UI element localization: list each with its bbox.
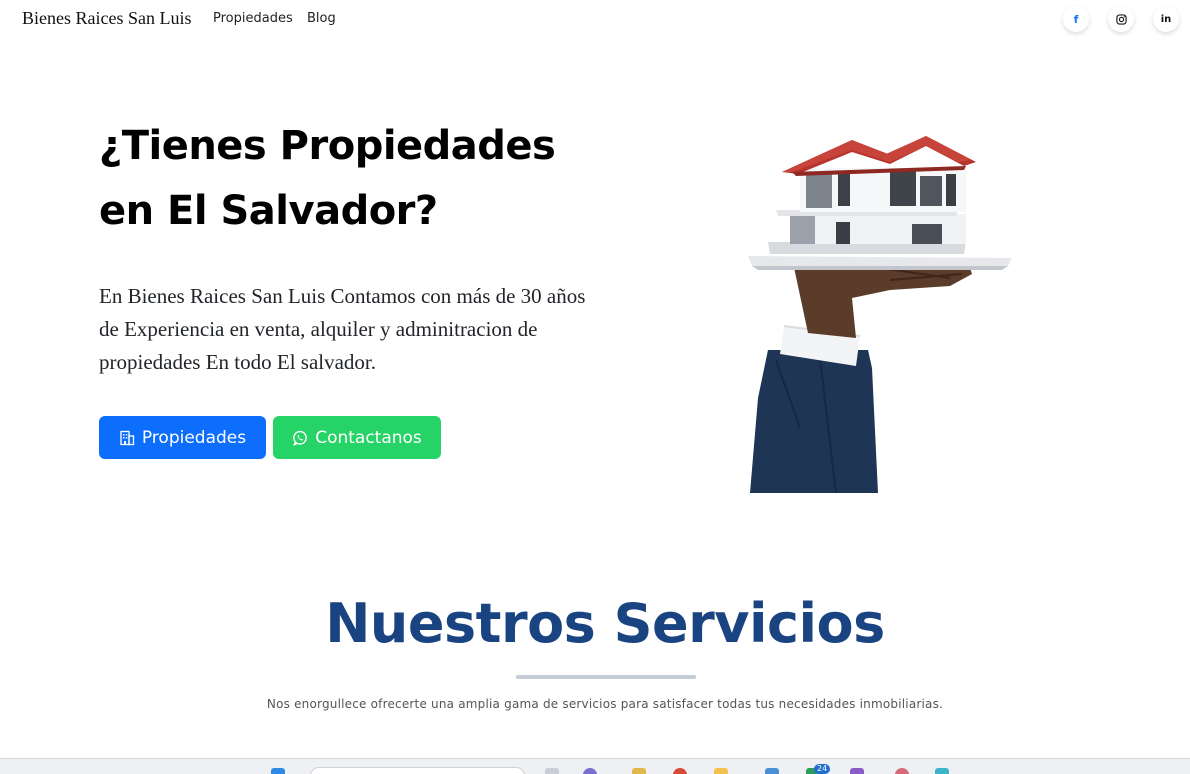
properties-button[interactable]: Propiedades [99,416,266,459]
chat-icon[interactable] [583,768,597,774]
nav-link-blog[interactable]: Blog [307,11,336,26]
app-icon-2[interactable] [765,768,779,774]
instagram-button[interactable] [1108,6,1134,32]
app-icon-3[interactable] [850,768,864,774]
contact-button-label: Contactanos [315,427,422,448]
linkedin-icon: in [1160,13,1172,25]
services-title: Nuestros Servicios [325,592,885,655]
app-icon-4[interactable] [935,768,949,774]
windows-taskbar: 24 [0,758,1190,774]
hero-description: En Bienes Raices San Luis Contamos con m… [99,284,586,374]
photo-app-icon[interactable] [895,768,909,774]
services-subtitle: Nos enorgullece ofrecerte una amplia gam… [266,697,944,711]
app-icon[interactable] [632,768,646,774]
windows-start-icon[interactable] [271,768,285,774]
facebook-button[interactable]: f [1063,6,1089,32]
contact-whatsapp-button[interactable]: Contactanos [273,416,441,459]
building-icon [120,430,135,445]
brand-logo-text[interactable]: Bienes Raices San Luis [22,8,191,29]
file-explorer-icon[interactable] [714,768,728,774]
linkedin-button[interactable]: in [1153,6,1179,32]
navbar: Bienes Raices San Luis Propiedades Blog … [0,0,1190,40]
nav-link-propiedades[interactable]: Propiedades [213,11,293,26]
whatsapp-icon [293,430,308,446]
facebook-icon: f [1073,12,1079,26]
house-on-hand-image [748,136,1012,493]
hero-title: ¿Tienes Propiedades en El Salvador? [99,123,556,234]
chrome-icon[interactable] [673,768,687,774]
instagram-icon [1115,13,1127,25]
taskbar-search-input[interactable] [310,767,525,774]
services-divider [516,675,696,679]
task-view-icon[interactable] [545,768,559,774]
notification-badge: 24 [814,764,831,774]
properties-button-label: Propiedades [141,427,247,448]
